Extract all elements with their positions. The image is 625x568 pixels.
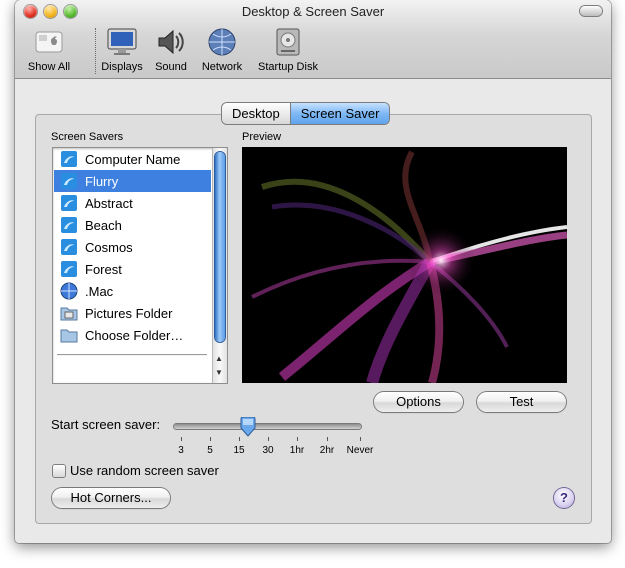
folder-icon	[60, 329, 78, 343]
toolbar-network-label: Network	[201, 61, 243, 73]
list-item-label: Choose Folder…	[85, 327, 184, 343]
slider-tick	[268, 437, 269, 441]
screen-saver-icon	[61, 261, 77, 277]
options-button[interactable]: Options	[374, 392, 463, 412]
tick-label-15: 15	[233, 445, 245, 456]
window-title: Desktop & Screen Saver	[241, 4, 385, 19]
slider-tick	[181, 437, 182, 441]
list-item-choose-folder[interactable]: Choose Folder…	[54, 324, 211, 346]
tick-label-never: Never	[346, 445, 374, 456]
show-all-label: Show All	[27, 61, 71, 73]
toolbar-displays-label: Displays	[101, 61, 143, 73]
preferences-window: Desktop & Screen Saver Show All Displays	[15, 0, 611, 543]
screen-saver-icon	[61, 195, 77, 211]
apple-icon	[35, 31, 63, 53]
list-item-label: Beach	[85, 217, 122, 233]
test-button[interactable]: Test	[477, 392, 566, 412]
network-globe-icon	[208, 28, 236, 56]
list-item-mac[interactable]: .Mac	[54, 280, 211, 302]
toolbar-toggle-button[interactable]	[580, 6, 602, 16]
start-saver-slider-thumb[interactable]	[240, 417, 256, 437]
screen-saver-list[interactable]: Computer Name Flurry Abstract Beach Cosm…	[52, 147, 228, 384]
preview-pane	[242, 147, 567, 383]
slider-tick	[360, 437, 361, 441]
list-item-abstract[interactable]: Abstract	[54, 192, 211, 214]
pictures-folder-icon	[60, 307, 78, 321]
tick-label-1hr: 1hr	[289, 445, 305, 456]
scroll-up-arrow-icon[interactable]: ▲	[215, 354, 223, 363]
list-item-label: Cosmos	[85, 239, 133, 255]
list-item-label: Forest	[85, 261, 122, 277]
list-item-forest[interactable]: Forest	[54, 258, 211, 280]
slider-tick	[297, 437, 298, 441]
start-screen-saver-label: Start screen saver:	[51, 417, 161, 432]
list-item-beach[interactable]: Beach	[54, 214, 211, 236]
random-saver-label: Use random screen saver	[70, 463, 219, 478]
slider-tick	[327, 437, 328, 441]
list-item-flurry[interactable]: Flurry	[54, 170, 211, 192]
slider-tick	[239, 437, 240, 441]
list-item-cosmos[interactable]: Cosmos	[54, 236, 211, 258]
list-item-label: Abstract	[85, 195, 133, 211]
slider-tick	[210, 437, 211, 441]
tick-label-30: 30	[262, 445, 274, 456]
preview-label: Preview	[242, 131, 282, 143]
list-scroll-thumb[interactable]	[215, 152, 225, 342]
toolbar-displays[interactable]: Displays	[98, 26, 146, 73]
tab-desktop[interactable]: Desktop	[222, 103, 291, 124]
list-item-label: .Mac	[85, 283, 114, 299]
list-item-label: Pictures Folder	[85, 305, 173, 321]
show-all-button[interactable]: Show All	[24, 26, 74, 73]
flurry-preview-image	[242, 147, 567, 383]
display-icon	[107, 28, 137, 55]
list-item-computer-name[interactable]: Computer Name	[54, 148, 211, 170]
list-item-label: Computer Name	[85, 151, 181, 167]
screen-saver-icon	[61, 217, 77, 233]
hot-corners-button[interactable]: Hot Corners...	[52, 488, 170, 508]
toolbar-network[interactable]: Network	[197, 26, 247, 73]
list-divider	[57, 354, 207, 356]
speaker-icon	[158, 29, 184, 55]
titlebar-toolbar: Desktop & Screen Saver Show All Displays	[15, 0, 611, 79]
tick-label-3: 3	[178, 445, 184, 456]
list-scrollbar[interactable]: ▲ ▼	[212, 148, 227, 383]
tick-label-2hr: 2hr	[319, 445, 335, 456]
hard-disk-icon	[276, 28, 300, 56]
tick-label-5: 5	[207, 445, 213, 456]
screen-saver-icon	[61, 173, 77, 189]
toolbar-separator	[95, 28, 96, 74]
toolbar-sound[interactable]: Sound	[151, 26, 191, 73]
start-saver-slider-track[interactable]	[174, 424, 361, 429]
help-button[interactable]: ?	[554, 488, 574, 508]
random-saver-checkbox[interactable]	[53, 465, 65, 477]
screen-saver-icon	[61, 151, 77, 167]
list-item-pictures-folder[interactable]: Pictures Folder	[54, 302, 211, 324]
screen-savers-label: Screen Savers	[51, 131, 124, 143]
screen-saver-icon	[61, 239, 77, 255]
toolbar-sound-label: Sound	[155, 61, 187, 73]
list-item-label: Flurry	[85, 173, 119, 189]
scroll-down-arrow-icon[interactable]: ▼	[215, 368, 223, 377]
toolbar-startup-disk-label: Startup Disk	[258, 61, 318, 73]
dotmac-globe-icon	[60, 282, 78, 300]
tab-screen-saver[interactable]: Screen Saver	[290, 103, 390, 124]
toolbar-startup-disk[interactable]: Startup Disk	[253, 26, 323, 73]
tab-bar: Desktop Screen Saver	[222, 103, 390, 124]
